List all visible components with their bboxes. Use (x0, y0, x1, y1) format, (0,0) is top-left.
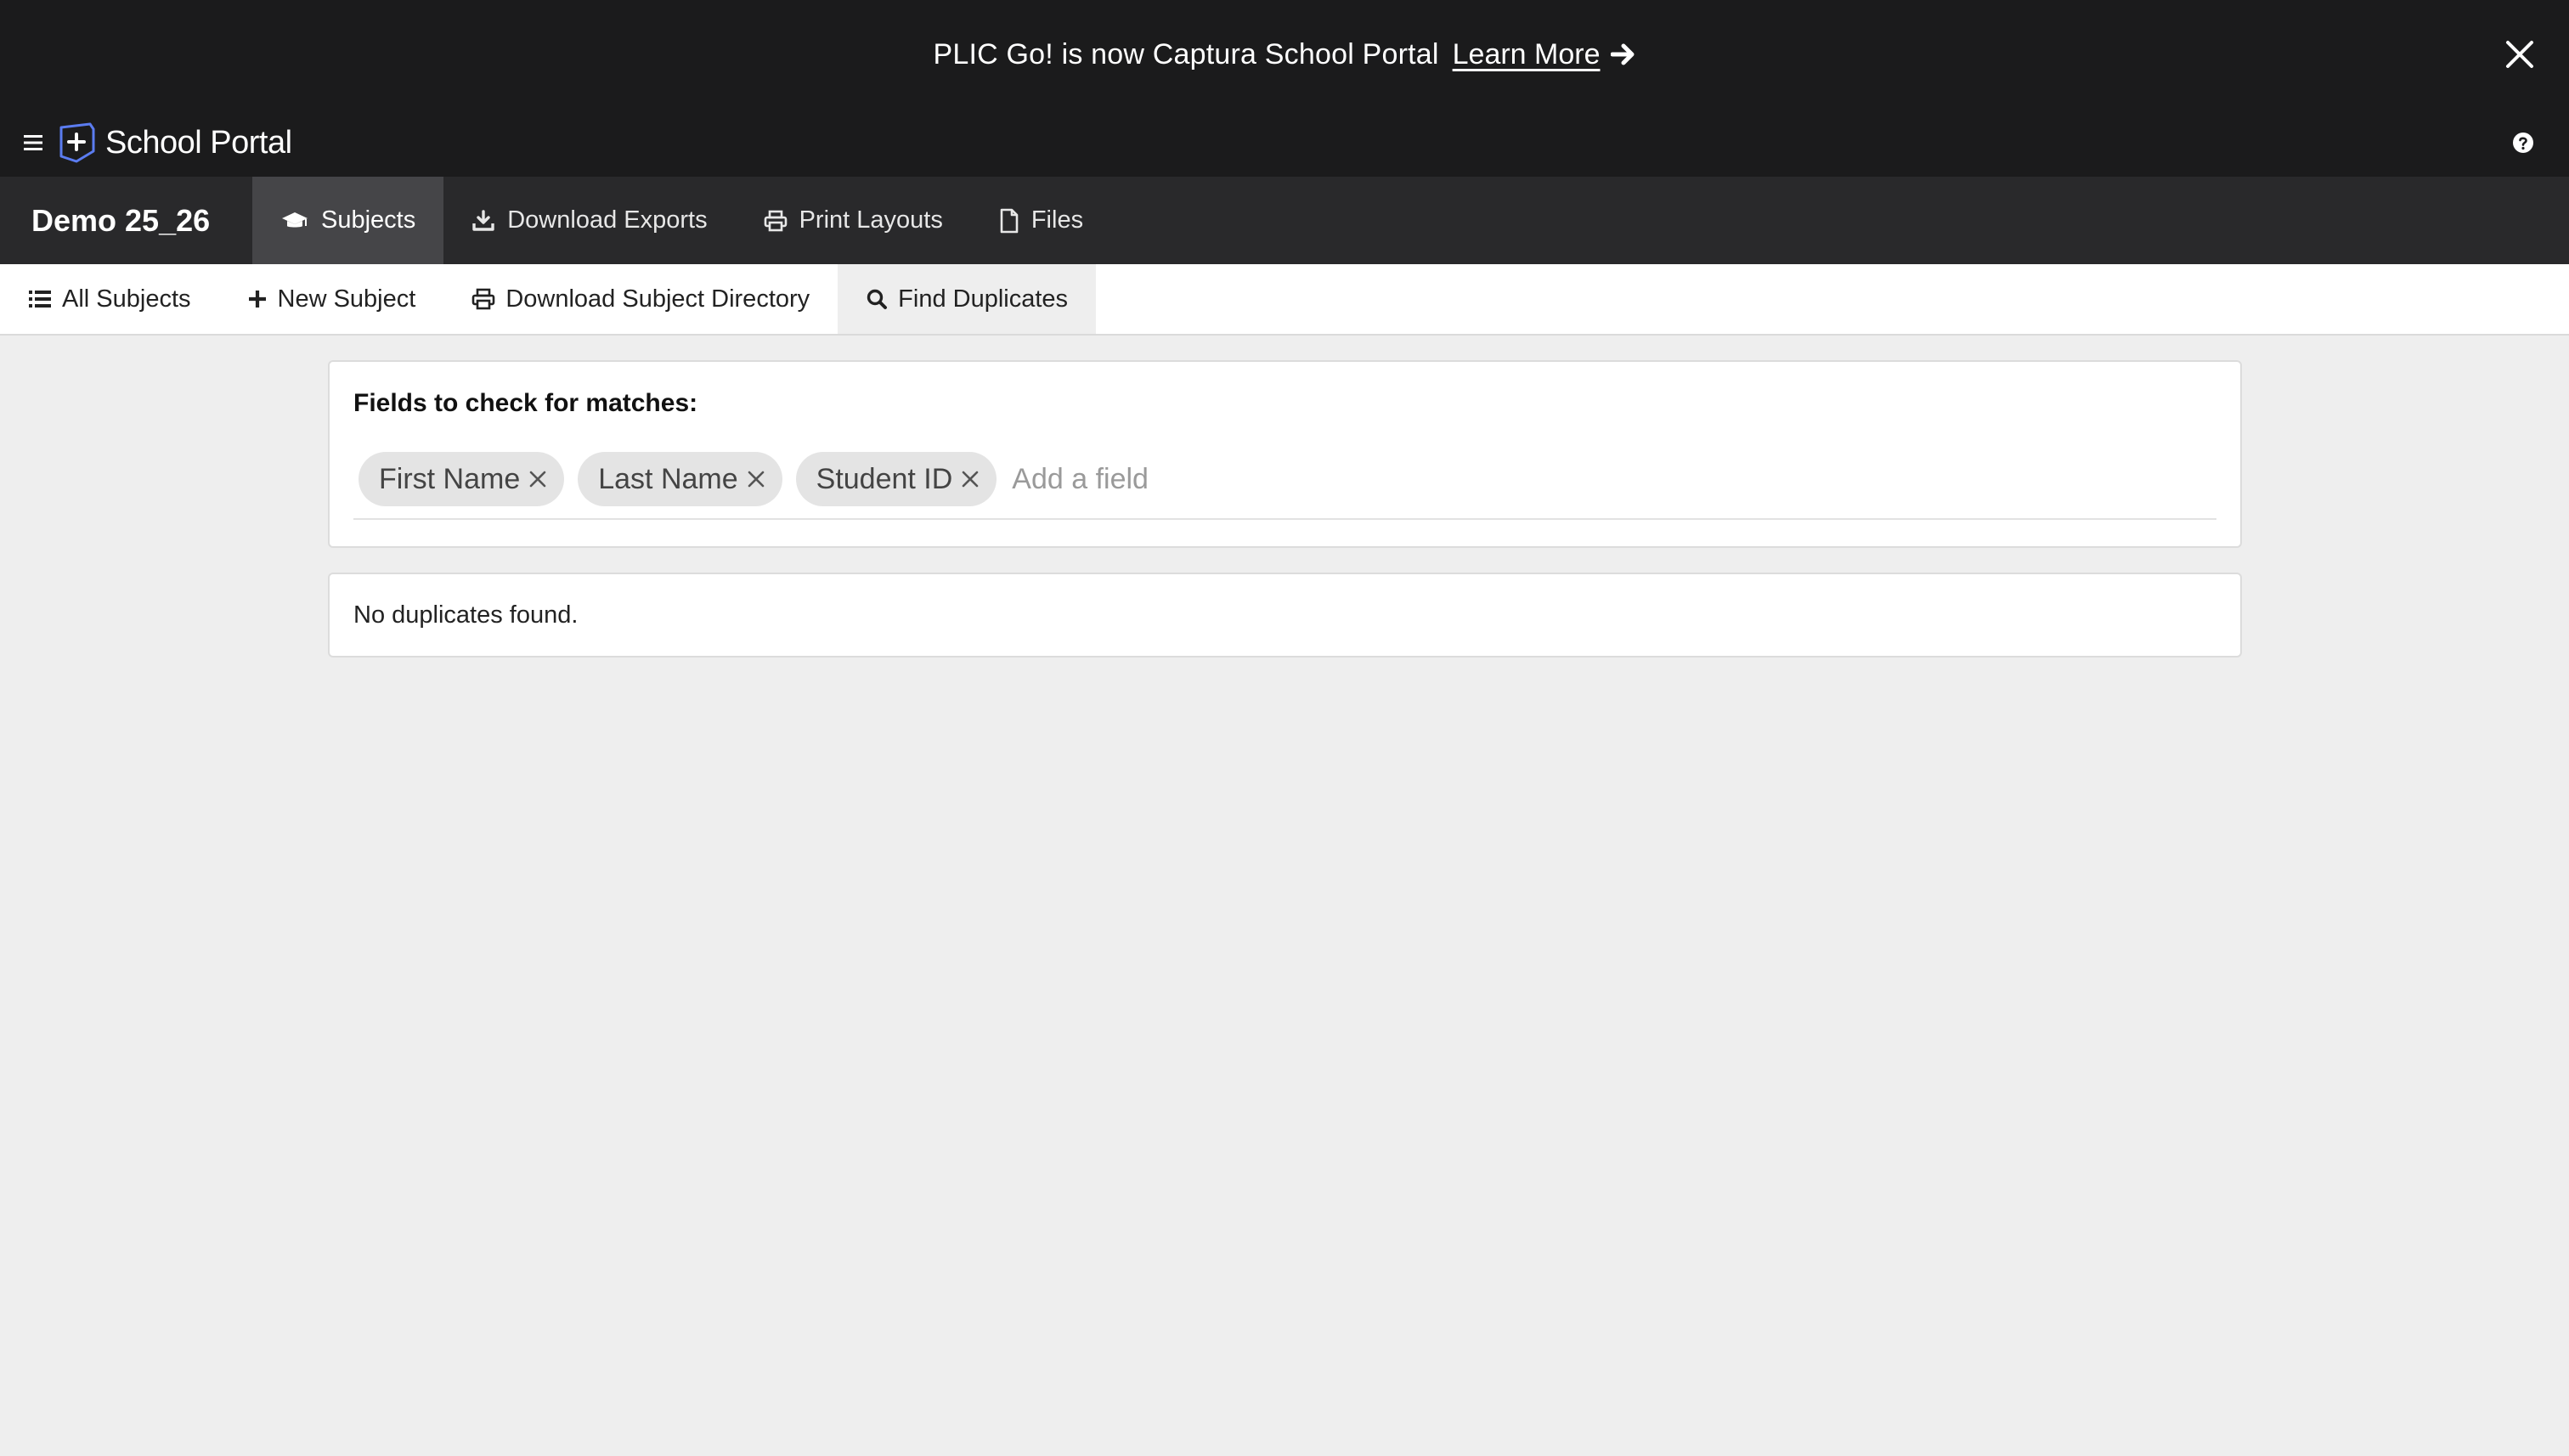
chip-label: Student ID (816, 462, 953, 495)
result-message: No duplicates found. (353, 601, 579, 629)
nav-find-duplicates[interactable]: Find Duplicates (838, 264, 1097, 334)
close-icon[interactable] (2503, 37, 2537, 71)
chip-label: First Name (379, 462, 521, 495)
printer-icon (764, 210, 788, 232)
nav-download-subject-directory[interactable]: Download Subject Directory (443, 264, 838, 334)
search-icon (866, 288, 888, 310)
plus-icon (247, 289, 268, 309)
field-chip[interactable]: Student ID (795, 452, 997, 506)
hamburger-icon[interactable] (22, 133, 46, 153)
field-chip[interactable]: Last Name (578, 452, 782, 506)
tab-files[interactable]: Files (971, 177, 1111, 264)
remove-icon[interactable] (961, 470, 980, 488)
learn-more-link[interactable]: Learn More (1453, 38, 1636, 71)
field-picker[interactable]: First Name Last Name Student ID (353, 452, 2216, 520)
tab-label: Print Layouts (799, 206, 943, 234)
tab-download-exports[interactable]: Download Exports (443, 177, 735, 264)
nav-all-subjects[interactable]: All Subjects (0, 264, 219, 334)
tab-label: Download Exports (507, 206, 708, 234)
app-logo[interactable]: School Portal (58, 122, 292, 163)
field-chip[interactable]: First Name (359, 452, 565, 506)
remove-icon[interactable] (528, 470, 547, 488)
project-title: Demo 25_26 (31, 202, 211, 238)
question-circle-icon[interactable] (2511, 131, 2535, 155)
app-header: School Portal (0, 109, 2569, 177)
chip-label: Last Name (598, 462, 738, 495)
tab-print-layouts[interactable]: Print Layouts (736, 177, 971, 264)
announcement-message: PLIC Go! is now Captura School Portal (933, 37, 1439, 71)
remove-icon[interactable] (747, 470, 765, 488)
arrow-right-icon (1610, 42, 1636, 66)
match-fields-card: Fields to check for matches: First Name … (328, 360, 2242, 548)
nav-label: Find Duplicates (898, 285, 1069, 313)
file-icon (999, 208, 1019, 234)
secondary-nav: All Subjects New Subject Download Subjec… (0, 264, 2569, 336)
tab-label: Files (1030, 206, 1084, 234)
app-name: School Portal (105, 124, 292, 161)
nav-label: Download Subject Directory (505, 285, 810, 313)
primary-nav: Demo 25_26 Subjects Download Exports Pri… (0, 177, 2569, 264)
tab-label: Subjects (321, 206, 416, 234)
shield-plus-logo (58, 122, 97, 163)
duplicates-result-card: No duplicates found. (328, 573, 2242, 657)
add-field-input[interactable] (1010, 452, 1521, 506)
nav-new-subject[interactable]: New Subject (219, 264, 444, 334)
printer-icon (471, 288, 495, 310)
nav-label: All Subjects (62, 285, 191, 313)
download-icon (471, 209, 495, 233)
learn-more-label: Learn More (1452, 37, 1601, 71)
graduation-cap-icon (280, 210, 309, 232)
tab-subjects[interactable]: Subjects (252, 177, 444, 264)
announcement-banner: PLIC Go! is now Captura School Portal Le… (0, 0, 2569, 109)
list-icon (28, 289, 52, 309)
nav-label: New Subject (277, 285, 416, 313)
match-fields-heading: Fields to check for matches: (353, 389, 698, 417)
